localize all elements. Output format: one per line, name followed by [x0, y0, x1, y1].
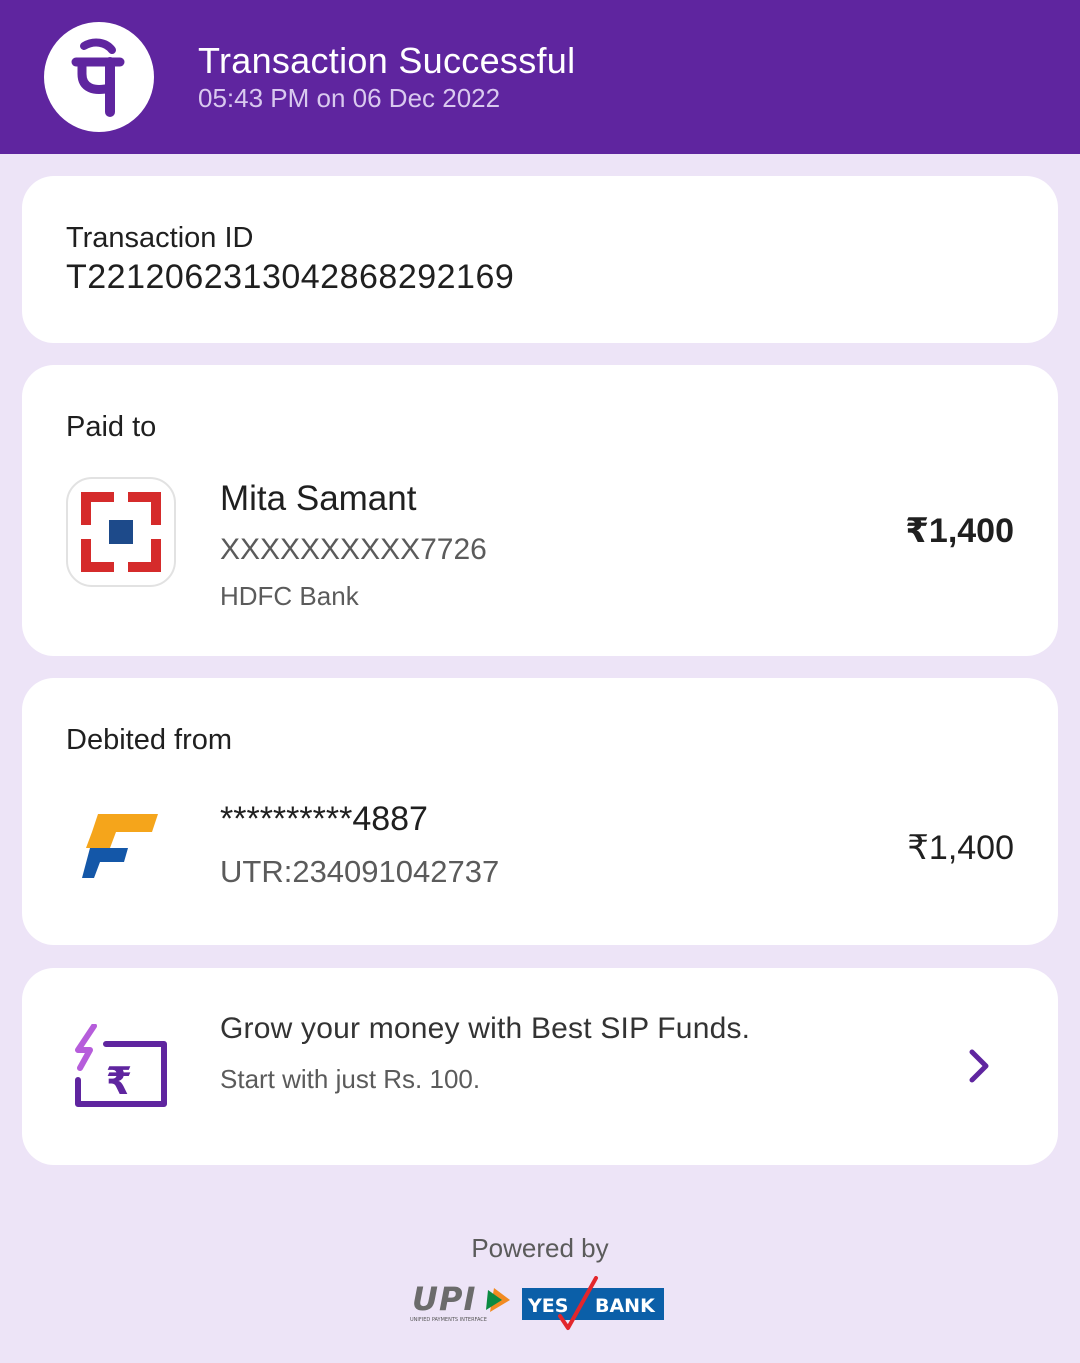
upi-tagline: UNIFIED PAYMENTS INTERFACE: [410, 1317, 487, 1323]
yes-bank-bank-text: BANK: [595, 1295, 656, 1317]
debited-from-card[interactable]: Debited from **********4887 UTR:23409104…: [22, 678, 1058, 945]
yes-bank-logo-icon: YES BANK: [520, 1276, 666, 1337]
hdfc-bank-logo-icon: [66, 477, 176, 587]
paid-to-label: Paid to: [66, 411, 157, 443]
transaction-id-value: T2212062313042868292169: [66, 258, 515, 296]
header-bar: Transaction Successful 05:43 PM on 06 De…: [0, 0, 1080, 154]
paid-amount: ₹1,400: [905, 512, 1014, 550]
transaction-datetime: 05:43 PM on 06 Dec 2022: [198, 83, 501, 113]
upi-logo-icon: UPI UNIFIED PAYMENTS INTERFACE: [410, 1280, 514, 1329]
payee-name: Mita Samant: [220, 479, 417, 518]
federal-bank-logo-icon: [80, 808, 160, 887]
transaction-id-label: Transaction ID: [66, 222, 254, 254]
debit-account-number: **********4887: [220, 800, 428, 838]
payee-bank-name: HDFC Bank: [220, 581, 359, 611]
sip-rupee-icon: ₹: [72, 1023, 172, 1113]
phonepe-logo-icon: [44, 22, 154, 132]
sip-promo-title: Grow your money with Best SIP Funds.: [220, 1012, 751, 1045]
chevron-right-icon[interactable]: [964, 1046, 994, 1091]
sip-promo-subtitle: Start with just Rs. 100.: [220, 1064, 481, 1094]
paid-to-card[interactable]: Paid to Mita Samant XXXXXXXXXX7726 HDFC …: [22, 365, 1058, 656]
page-title: Transaction Successful: [198, 40, 576, 81]
sip-promo-card[interactable]: ₹ Grow your money with Best SIP Funds. S…: [22, 968, 1058, 1165]
yes-bank-yes-text: YES: [527, 1295, 568, 1317]
svg-text:₹: ₹: [106, 1059, 132, 1103]
debited-amount: ₹1,400: [907, 829, 1014, 867]
debited-from-label: Debited from: [66, 724, 233, 756]
upi-logo-text: UPI: [412, 1282, 476, 1318]
powered-by-label: Powered by: [471, 1233, 609, 1263]
transaction-id-card[interactable]: Transaction ID T2212062313042868292169: [22, 176, 1058, 343]
payee-account-number: XXXXXXXXXX7726: [220, 533, 487, 566]
utr-number: UTR:234091042737: [220, 854, 500, 889]
